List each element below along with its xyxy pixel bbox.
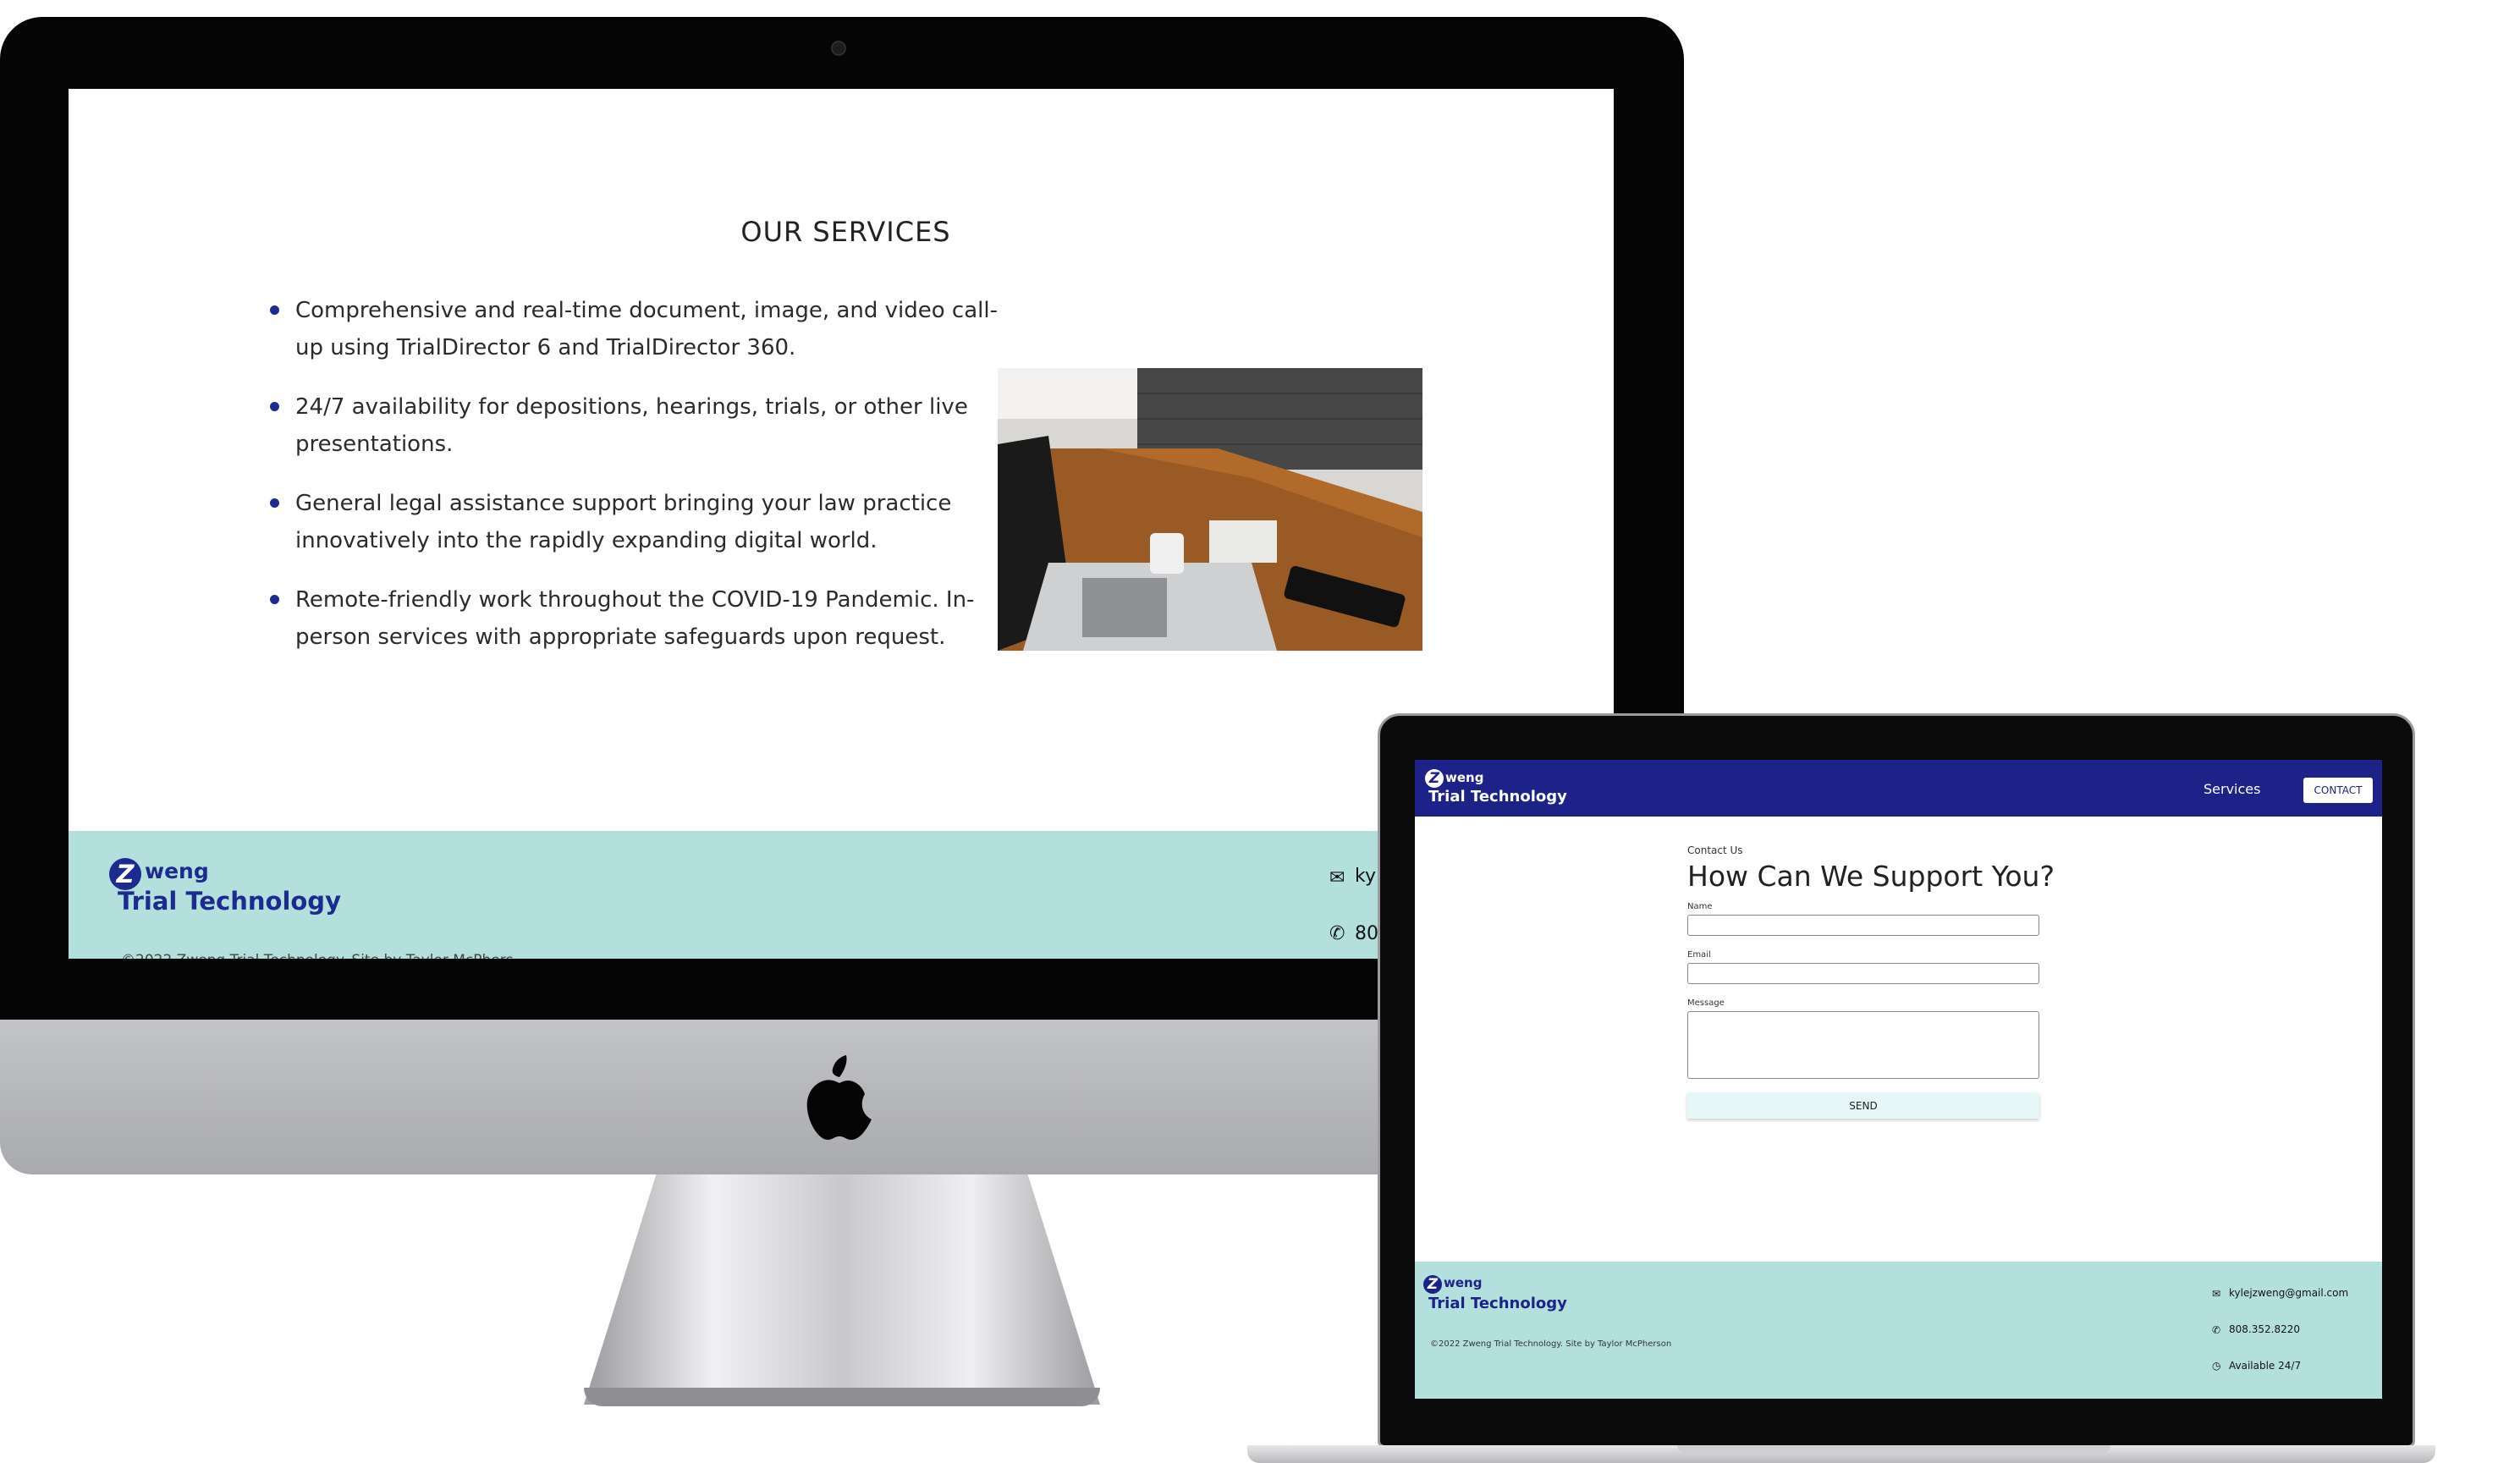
logo-z-mark: Z bbox=[1423, 1275, 1442, 1294]
name-field[interactable] bbox=[1687, 915, 2039, 936]
email-field[interactable] bbox=[1687, 963, 2039, 984]
footer-copyright: ©2022 Zweng Trial Technology. Site by Ta… bbox=[1430, 1339, 1672, 1349]
logo-wordmark: weng bbox=[145, 859, 209, 883]
footer-copyright: ©2022 Zweng Trial Technology. Site by Ta… bbox=[121, 952, 514, 959]
services-list: Comprehensive and real-time document, im… bbox=[263, 292, 1004, 678]
name-label: Name bbox=[1687, 902, 1713, 911]
logo-subtitle[interactable]: Trial Technology bbox=[1428, 788, 1567, 806]
phone-icon: ✆ bbox=[2212, 1324, 2221, 1336]
footer-phone[interactable]: 80 bbox=[1355, 923, 1378, 944]
logo-z-mark: Z bbox=[109, 858, 141, 890]
imac-camera bbox=[831, 41, 846, 56]
logo-subtitle: Trial Technology bbox=[118, 887, 341, 916]
logo-wordmark: weng bbox=[1444, 1275, 1483, 1290]
clock-icon: ◷ bbox=[2212, 1360, 2221, 1372]
email-label: Email bbox=[1687, 950, 1711, 960]
services-title: OUR SERVICES bbox=[740, 216, 951, 248]
footer-phone[interactable]: 808.352.8220 bbox=[2229, 1323, 2300, 1335]
service-item: General legal assistance support bringin… bbox=[263, 485, 1004, 559]
envelope-icon: ✉ bbox=[1329, 867, 1345, 888]
contact-eyebrow: Contact Us bbox=[1687, 844, 1743, 856]
phone-icon: ✆ bbox=[1329, 923, 1345, 944]
imac-stand-base bbox=[584, 1388, 1100, 1406]
envelope-icon: ✉ bbox=[2212, 1288, 2221, 1300]
message-label: Message bbox=[1687, 998, 1725, 1008]
service-item: Remote-friendly work throughout the COVI… bbox=[263, 581, 1004, 656]
page-title: How Can We Support You? bbox=[1687, 860, 2055, 893]
message-field[interactable] bbox=[1687, 1011, 2039, 1079]
footer-availability: Available 24/7 bbox=[2229, 1360, 2302, 1372]
service-item: 24/7 availability for depositions, heari… bbox=[263, 388, 1004, 463]
send-button[interactable]: SEND bbox=[1687, 1092, 2039, 1119]
logo-subtitle: Trial Technology bbox=[1428, 1295, 1567, 1312]
footer-email[interactable]: kylejzweng@gmail.com bbox=[2229, 1287, 2348, 1299]
logo-wordmark[interactable]: weng bbox=[1445, 770, 1483, 785]
nav-link-services[interactable]: Services bbox=[2204, 781, 2260, 797]
laptop-screen: Z weng Trial Technology Services CONTACT… bbox=[1415, 760, 2382, 1399]
logo-z-mark[interactable]: Z bbox=[1425, 769, 1444, 788]
service-item: Comprehensive and real-time document, im… bbox=[263, 292, 1004, 366]
laptop-desk-photo bbox=[998, 368, 1422, 651]
imac-stand bbox=[584, 1174, 1100, 1405]
apple-logo-icon bbox=[806, 1055, 872, 1140]
contact-button[interactable]: CONTACT bbox=[2303, 778, 2373, 803]
laptop-opening-notch bbox=[1677, 1445, 2110, 1454]
